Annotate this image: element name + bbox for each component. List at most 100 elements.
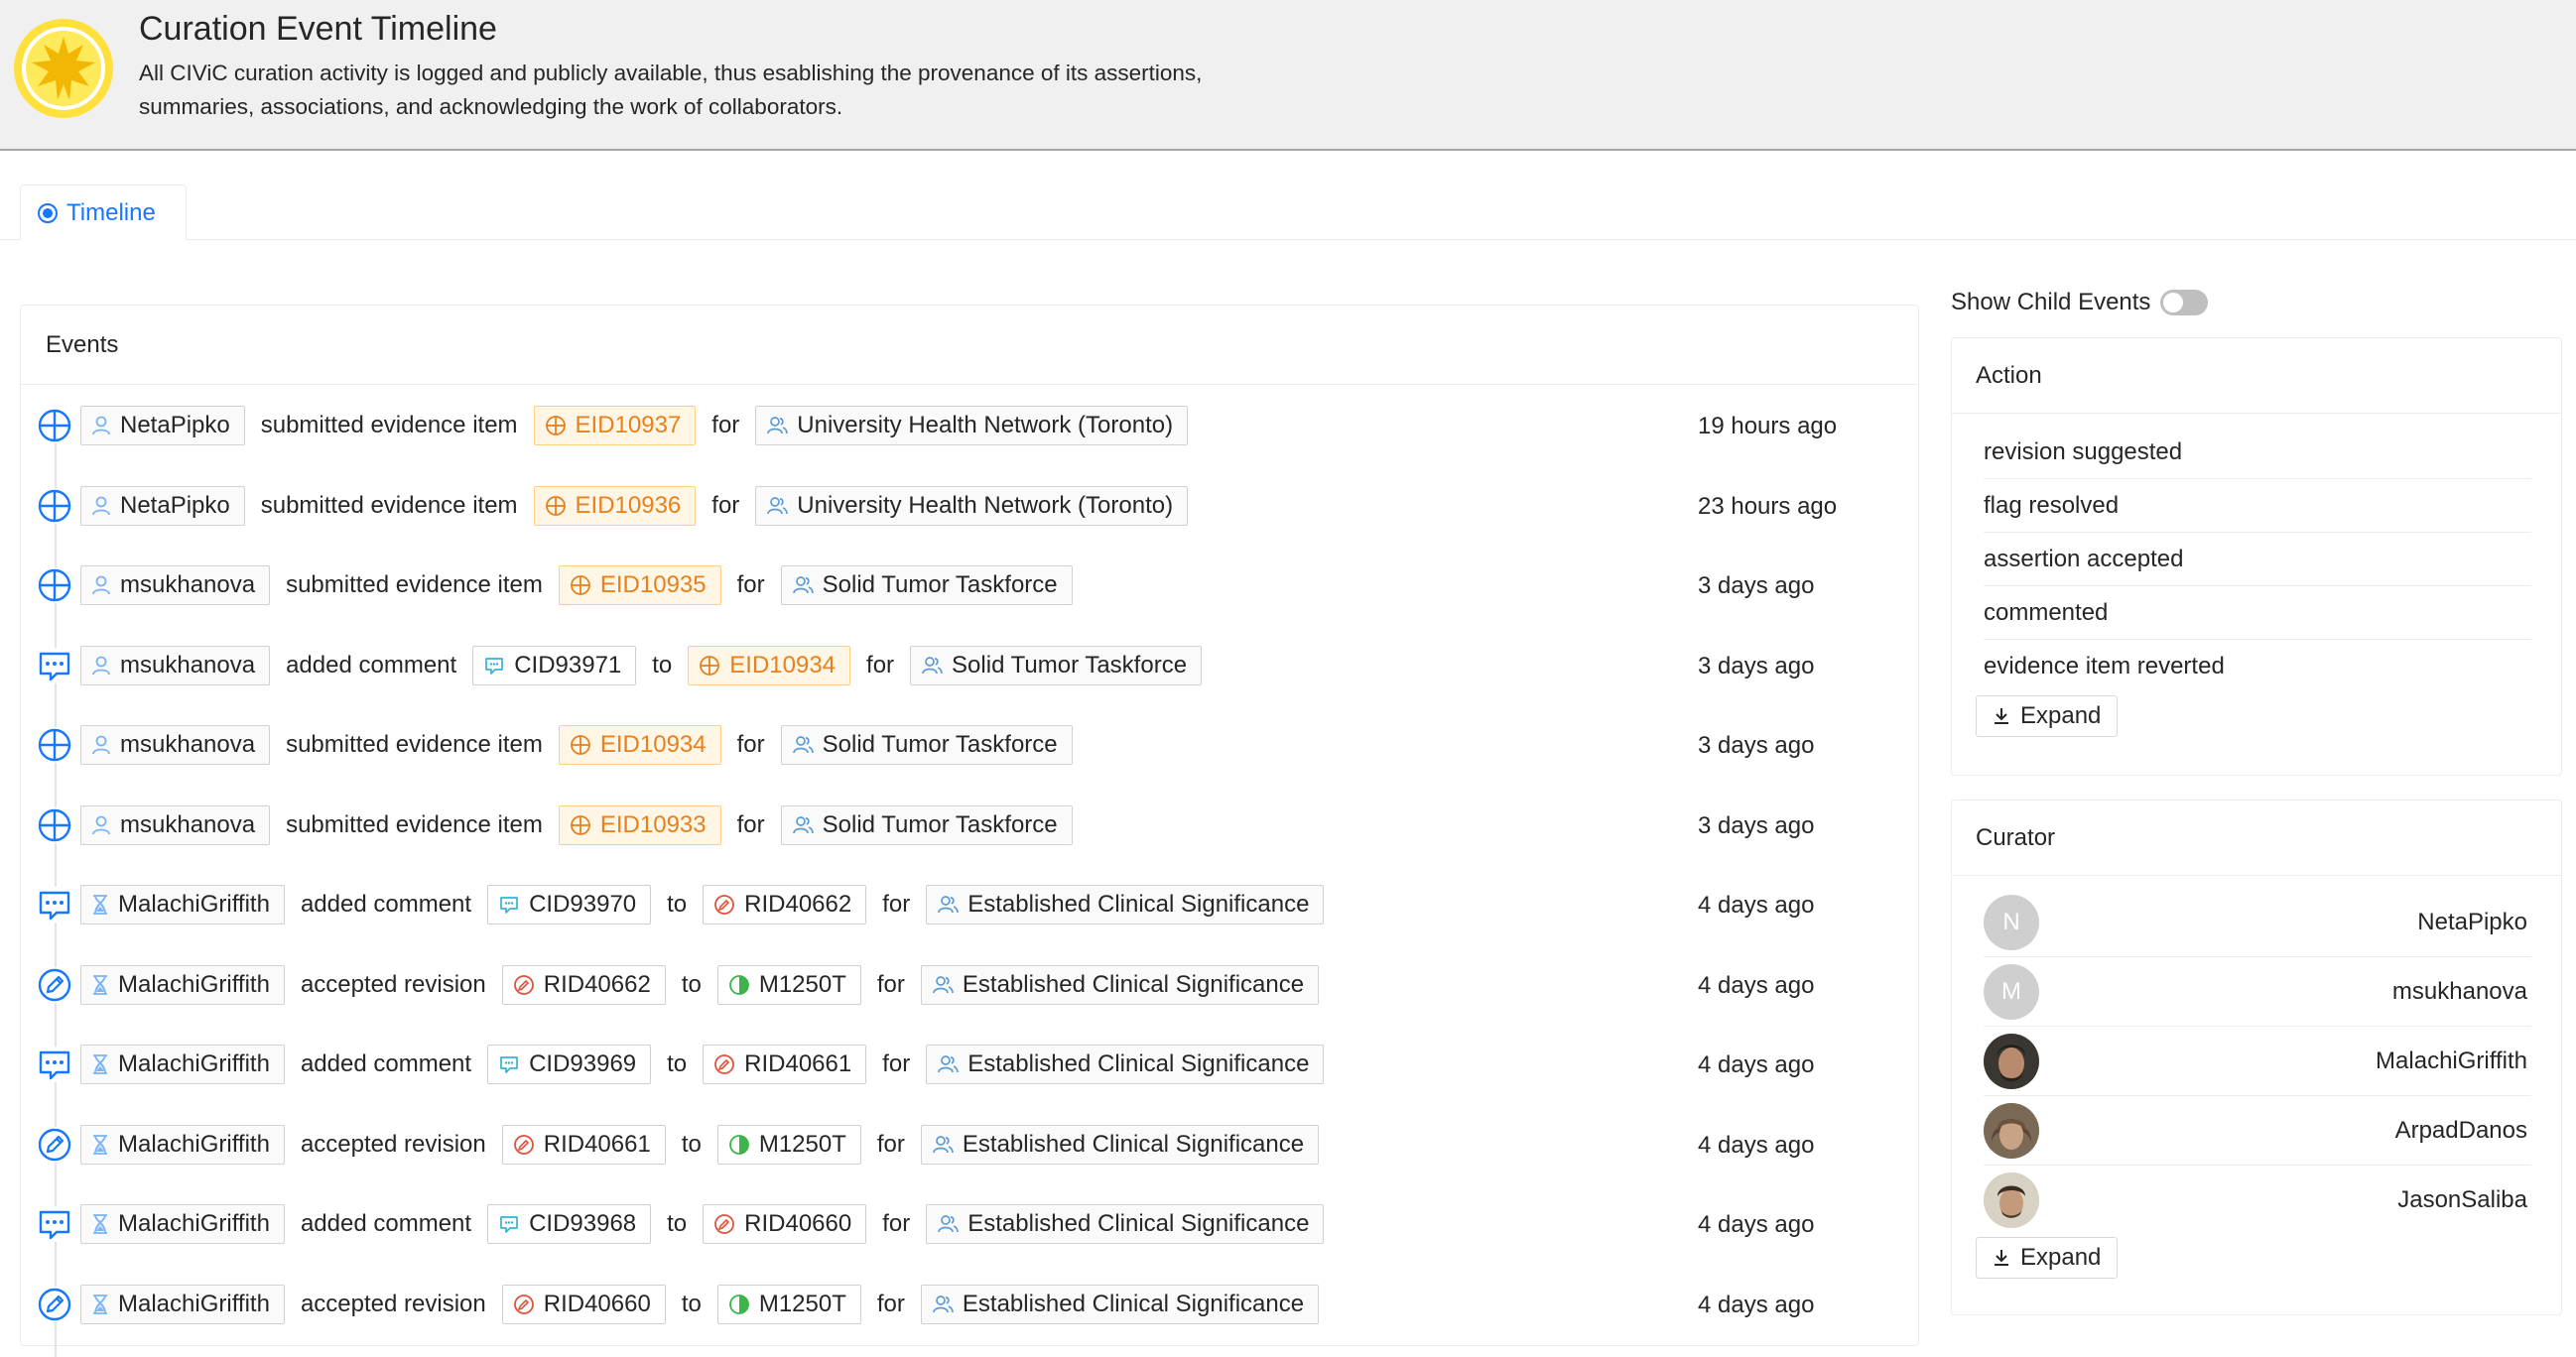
evidence-tag[interactable]: EID10934: [688, 645, 851, 685]
organization-tag[interactable]: Established Clinical Significance: [920, 964, 1320, 1005]
curator-item[interactable]: Mmsukhanova: [1984, 957, 2531, 1027]
evidence-tag[interactable]: EID10936: [533, 485, 697, 526]
curator-expand-button[interactable]: Expand: [1976, 1237, 2119, 1279]
variant-tag[interactable]: M1250T: [716, 964, 861, 1005]
evidence-tag[interactable]: EID10935: [558, 565, 721, 605]
user-tag[interactable]: MalachiGriffith: [80, 1284, 285, 1324]
evidence-tag[interactable]: EID10933: [558, 804, 721, 845]
organization-tag[interactable]: Established Clinical Significance: [926, 885, 1325, 925]
organization-tag-label: Established Clinical Significance: [962, 1130, 1305, 1158]
user-tag-label: MalachiGriffith: [118, 1050, 270, 1077]
user-tag-label: MalachiGriffith: [118, 891, 270, 918]
event-for-word: for: [866, 651, 895, 678]
evidence-tag-label: EID10934: [729, 651, 837, 678]
revision-pencil-icon: [713, 1053, 735, 1075]
comment-tag[interactable]: CID93968: [487, 1204, 652, 1244]
evidence-tag-label: EID10935: [599, 571, 707, 598]
curator-item[interactable]: MalachiGriffith: [1984, 1027, 2531, 1096]
comment-tag-label: CID93968: [529, 1210, 637, 1237]
event-for-word: for: [882, 1210, 911, 1237]
user-tag[interactable]: msukhanova: [80, 565, 271, 605]
event-row: MalachiGriffith accepted revision RID40662…: [21, 944, 1918, 1024]
variant-tag[interactable]: M1250T: [716, 1124, 861, 1165]
user-tag-label: MalachiGriffith: [118, 970, 270, 998]
organization-tag[interactable]: Established Clinical Significance: [926, 1204, 1325, 1244]
pencil-edit-icon: [37, 966, 72, 1003]
event-for-word: for: [876, 1130, 905, 1158]
organization-tag[interactable]: Solid Tumor Taskforce: [910, 645, 1203, 685]
user-tag[interactable]: MalachiGriffith: [80, 964, 285, 1005]
user-tag[interactable]: msukhanova: [80, 725, 271, 765]
curator-name: MalachiGriffith: [2376, 1047, 2527, 1074]
user-tag[interactable]: MalachiGriffith: [80, 1204, 285, 1244]
event-row: msukhanova submitted evidence item EID1093…: [21, 545, 1918, 624]
revision-tag-label: RID40660: [543, 1290, 651, 1317]
curator-item[interactable]: N NetaPipko: [1984, 888, 2531, 957]
comment-bubble-icon: [37, 887, 72, 923]
event-verb: submitted evidence item: [286, 810, 543, 838]
organization-tag[interactable]: Solid Tumor Taskforce: [780, 725, 1073, 765]
organization-tag[interactable]: Solid Tumor Taskforce: [780, 804, 1073, 845]
show-child-events-toggle[interactable]: [2160, 290, 2209, 315]
event-for-word: for: [736, 810, 765, 838]
organization-tag[interactable]: University Health Network (Toronto): [755, 485, 1189, 526]
comment-bubble-icon: [37, 647, 72, 683]
user-tag[interactable]: msukhanova: [80, 645, 271, 685]
action-expand-button[interactable]: Expand: [1976, 695, 2119, 737]
user-tag[interactable]: NetaPipko: [80, 406, 245, 445]
user-tag[interactable]: MalachiGriffith: [80, 1045, 285, 1084]
curator-item[interactable]: ArpadDanos: [1984, 1096, 2531, 1166]
user-tag[interactable]: MalachiGriffith: [80, 1124, 285, 1165]
evidence-tag[interactable]: EID10937: [533, 406, 697, 445]
action-card-title: Action: [1976, 361, 2042, 389]
event-row: msukhanova submitted evidence item EID1093…: [21, 704, 1918, 784]
event-for-word: for: [876, 970, 905, 998]
comment-tag[interactable]: CID93970: [487, 885, 652, 925]
event-verb: submitted evidence item: [260, 412, 518, 438]
download-arrow-icon: [1993, 706, 2010, 726]
revision-tag[interactable]: RID40661: [703, 1045, 867, 1084]
revision-tag[interactable]: RID40662: [703, 885, 867, 925]
action-item-revision-suggested[interactable]: revision suggested: [1984, 426, 2531, 479]
event-verb: added comment: [300, 1050, 472, 1077]
event-verb: added comment: [300, 891, 472, 918]
comment-tag-label: CID93970: [529, 891, 637, 918]
action-item-assertion-accepted[interactable]: assertion accepted: [1984, 533, 2531, 586]
action-list: revision suggested flag resolved asserti…: [1952, 414, 2561, 693]
curator-list: N NetaPipko Mmsukhanova MalachiGriffith Arpa…: [1952, 876, 2561, 1235]
evidence-crosshair-icon: [699, 655, 720, 677]
revision-tag[interactable]: RID40660: [703, 1204, 867, 1244]
organization-tag[interactable]: Established Clinical Significance: [920, 1284, 1320, 1324]
revision-tag[interactable]: RID40660: [501, 1284, 666, 1324]
action-item-commented[interactable]: commented: [1984, 586, 2531, 640]
comment-tag[interactable]: CID93971: [472, 645, 637, 685]
comment-tag-label: CID93971: [514, 651, 622, 678]
curator-item[interactable]: JasonSaliba: [1984, 1166, 2531, 1235]
user-tag[interactable]: msukhanova: [80, 804, 271, 845]
event-timestamp: 4 days ago: [1698, 1131, 1815, 1159]
event-for-word: for: [876, 1290, 905, 1317]
organization-tag[interactable]: Established Clinical Significance: [926, 1045, 1325, 1084]
group-icon: [792, 574, 814, 596]
action-item-evidence-item-reverted[interactable]: evidence item reverted: [1984, 640, 2531, 693]
evidence-tag[interactable]: EID10934: [558, 725, 721, 765]
user-tag[interactable]: NetaPipko: [80, 485, 245, 526]
organization-tag-label: Solid Tumor Taskforce: [822, 810, 1058, 838]
comment-tag[interactable]: CID93969: [487, 1045, 652, 1084]
pencil-edit-icon: [37, 1286, 72, 1322]
revision-tag[interactable]: RID40661: [501, 1124, 666, 1165]
tab-timeline[interactable]: Timeline: [20, 185, 187, 241]
action-item-flag-resolved[interactable]: flag resolved: [1984, 479, 2531, 533]
organization-tag[interactable]: Solid Tumor Taskforce: [780, 565, 1073, 605]
variant-tag[interactable]: M1250T: [716, 1284, 861, 1324]
download-arrow-icon: [1993, 1248, 2010, 1268]
organization-tag[interactable]: Established Clinical Significance: [920, 1124, 1320, 1165]
revision-tag[interactable]: RID40662: [501, 964, 666, 1005]
organization-tag[interactable]: University Health Network (Toronto): [755, 406, 1189, 445]
user-tag[interactable]: MalachiGriffith: [80, 885, 285, 925]
event-content: msukhanova submitted evidence item EID1093…: [80, 725, 1073, 765]
page-description: All CIViC curation activity is logged an…: [139, 61, 1203, 119]
event-content: msukhanova added comment CID93971 to EID1093…: [80, 645, 1203, 685]
organization-tag-label: Established Clinical Significance: [967, 891, 1310, 918]
event-for-word: for: [882, 1050, 911, 1077]
